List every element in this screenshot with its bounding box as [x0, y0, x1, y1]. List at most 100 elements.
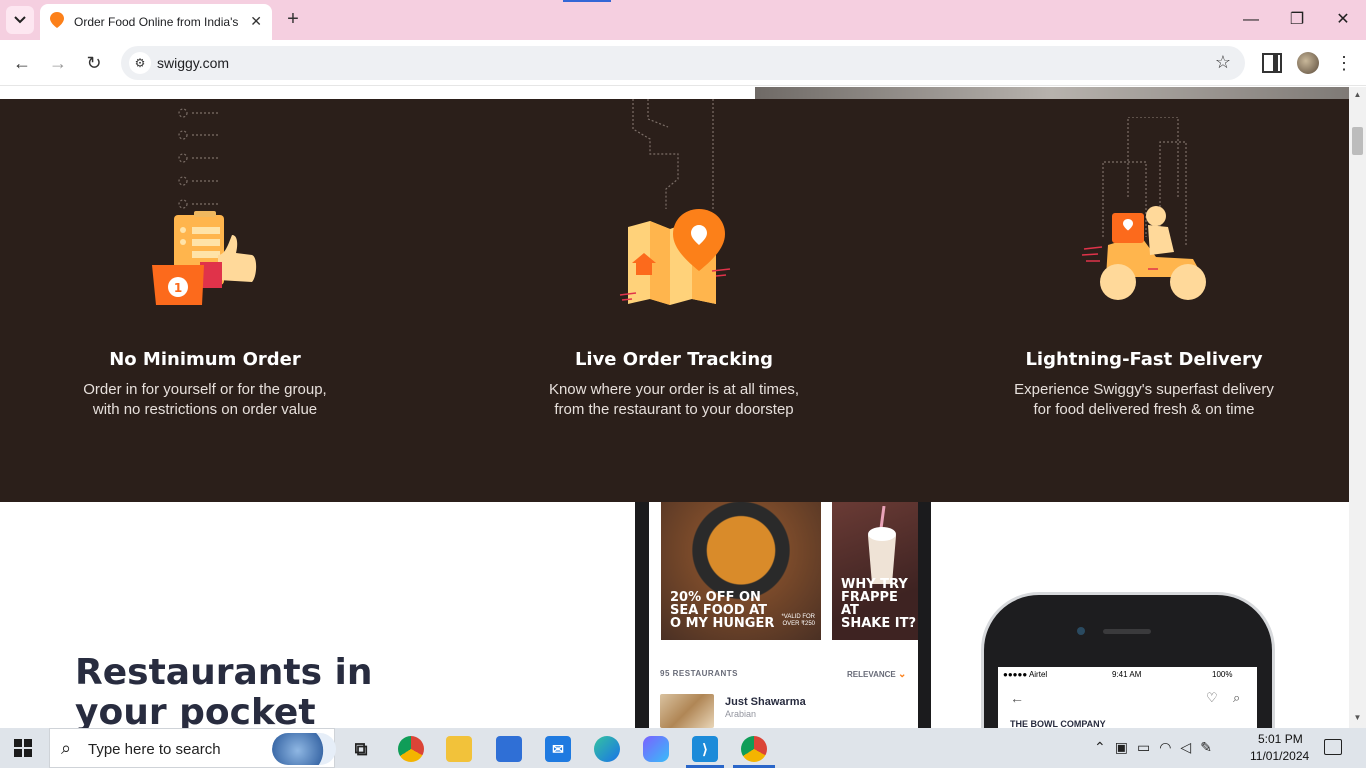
- lightning-fast-delivery-illustration: [1081, 117, 1206, 300]
- meet-icon[interactable]: ▣: [1115, 739, 1137, 755]
- restaurants-count: 95 RESTAURANTS: [660, 669, 738, 678]
- feature-description: Experience Swiggy's superfast delivery f…: [964, 380, 1324, 420]
- scroll-thumb[interactable]: [1352, 127, 1363, 155]
- frappe-glass-icon: [868, 506, 896, 584]
- sort-label: RELEVANCE: [847, 670, 896, 679]
- feature-live-order-tracking: Live Order Tracking Know where your orde…: [494, 349, 854, 420]
- notification-icon[interactable]: [1324, 739, 1342, 755]
- features-section: 1 No Minimum Order Order in for yourself…: [0, 99, 1349, 502]
- restaurant-thumbnail[interactable]: [660, 694, 714, 728]
- headline-line: Restaurants in: [75, 652, 373, 693]
- status-carrier: ●●●●● Airtel: [1003, 670, 1048, 679]
- promo-note-line: *VALID FOR: [781, 614, 815, 620]
- minimize-icon[interactable]: —: [1236, 8, 1266, 32]
- chrome-icon[interactable]: [398, 736, 424, 762]
- tab-strip: Order Food Online from India's ✕ + — ❐ ✕: [0, 0, 1366, 40]
- page-viewport: 1 No Minimum Order Order in for yourself…: [0, 87, 1349, 728]
- promo-line: FRAPPE AT: [841, 590, 898, 618]
- forward-icon[interactable]: →: [46, 51, 70, 75]
- chevron-up-icon[interactable]: ⌃: [1094, 739, 1115, 755]
- browser-tab[interactable]: Order Food Online from India's ✕: [40, 4, 272, 40]
- url-text[interactable]: swiggy.com: [157, 55, 229, 71]
- copilot-icon[interactable]: [643, 736, 669, 762]
- feature-description-line: with no restrictions on order value: [92, 401, 318, 418]
- heart-icon[interactable]: ♡: [1206, 690, 1218, 706]
- back-arrow-icon[interactable]: ←: [1010, 690, 1024, 706]
- feature-description-line: for food delivered fresh & on time: [1033, 401, 1255, 418]
- headline-line: your pocket: [75, 692, 316, 729]
- task-view-icon[interactable]: ⧉: [348, 736, 374, 762]
- feature-description-line: Know where your order is at all times,: [548, 381, 800, 398]
- mail-icon[interactable]: ✉: [545, 736, 571, 762]
- feature-description-line: Experience Swiggy's superfast delivery: [1014, 381, 1274, 398]
- no-minimum-order-illustration: 1: [152, 108, 257, 305]
- tab-indicator: [563, 0, 611, 2]
- tab-list-icon[interactable]: [6, 6, 34, 34]
- feature-title: No Minimum Order: [109, 349, 301, 370]
- windows-start-icon[interactable]: [14, 739, 32, 757]
- menu-icon[interactable]: ⋮: [1334, 51, 1354, 75]
- feature-title: Lightning-Fast Delivery: [1025, 349, 1263, 370]
- phone-camera: [1077, 627, 1085, 635]
- back-icon[interactable]: ←: [10, 51, 34, 75]
- feature-description: Know where your order is at all times, f…: [494, 380, 854, 420]
- status-battery: 100%: [1212, 670, 1233, 679]
- section-headline: Restaurants in your pocket: [75, 652, 395, 729]
- clock-date[interactable]: 11/01/2024: [1250, 749, 1309, 763]
- status-time: 9:41 AM: [1112, 670, 1142, 679]
- reload-icon[interactable]: ↻: [82, 51, 106, 75]
- phone-speaker: [1103, 629, 1151, 634]
- promo-text: WHY TRY FRAPPE AT SHAKE IT?: [841, 578, 918, 630]
- system-tray[interactable]: ⌃▣▭◠◁✎: [1094, 739, 1221, 756]
- edge-icon[interactable]: [594, 736, 620, 762]
- hero-image-edge: [755, 87, 1349, 99]
- wifi-icon[interactable]: ◠: [1159, 739, 1180, 755]
- search-highlight-image: [272, 733, 336, 765]
- promo-text: 20% OFF ON SEA FOOD AT O MY HUNGER: [670, 591, 774, 630]
- profile-avatar[interactable]: [1297, 52, 1319, 74]
- promo-card-frappe[interactable]: WHY TRY FRAPPE AT SHAKE IT?: [832, 502, 918, 640]
- chevron-down-icon: ⌄: [897, 669, 907, 680]
- microsoft-store-icon[interactable]: [496, 736, 522, 762]
- side-panel-icon[interactable]: [1262, 53, 1282, 73]
- file-explorer-icon[interactable]: [446, 736, 472, 762]
- pen-icon[interactable]: ✎: [1200, 739, 1221, 755]
- restore-icon[interactable]: ❐: [1282, 8, 1312, 32]
- chrome-active-icon[interactable]: [741, 736, 767, 762]
- battery-icon[interactable]: ▭: [1137, 739, 1159, 755]
- sort-dropdown[interactable]: RELEVANCE ⌄: [847, 669, 906, 680]
- feature-no-minimum-order: No Minimum Order Order in for yourself o…: [25, 349, 385, 420]
- restaurant-brand: THE BOWL COMPANY: [1010, 719, 1106, 728]
- star-icon[interactable]: ☆: [1215, 52, 1231, 73]
- feature-description-line: Order in for yourself or for the group,: [83, 381, 327, 398]
- feature-description-line: from the restaurant to your doorstep: [554, 401, 794, 418]
- promo-line: SHAKE IT?: [841, 616, 917, 631]
- vscode-icon[interactable]: ⟩: [692, 736, 718, 762]
- swiggy-icon: [50, 11, 64, 33]
- scrollbar[interactable]: [1349, 87, 1366, 728]
- promo-note: *VALID FOR OVER ₹250: [781, 614, 815, 628]
- taskbar: ⌕ Type here to search ⧉ ✉ ⟩ ⌃▣▭◠◁✎ 5:01 …: [0, 728, 1366, 768]
- restaurant-name[interactable]: Just Shawarma: [725, 696, 806, 708]
- search-icon: ⌕: [61, 738, 72, 758]
- taskbar-search[interactable]: ⌕ Type here to search: [49, 728, 336, 768]
- promo-line: O MY HUNGER: [670, 616, 775, 631]
- search-placeholder: Type here to search: [88, 741, 221, 758]
- close-icon[interactable]: ✕: [250, 13, 262, 30]
- feature-title: Live Order Tracking: [574, 349, 774, 370]
- site-settings-icon[interactable]: ⚙: [129, 52, 151, 74]
- scroll-up-icon[interactable]: ▲: [1350, 90, 1365, 104]
- promo-card-seafood[interactable]: 20% OFF ON SEA FOOD AT O MY HUNGER *VALI…: [661, 502, 821, 640]
- search-icon[interactable]: ⌕: [1233, 690, 1240, 706]
- live-order-tracking-illustration: [619, 99, 731, 305]
- promo-note-line: OVER ₹250: [782, 621, 816, 627]
- scroll-down-icon[interactable]: ▼: [1350, 713, 1365, 727]
- window-close-icon[interactable]: ✕: [1328, 8, 1358, 32]
- svg-text:1: 1: [174, 281, 182, 295]
- clock-time[interactable]: 5:01 PM: [1258, 732, 1303, 746]
- tab-title: Order Food Online from India's: [74, 15, 239, 29]
- volume-muted-icon[interactable]: ◁: [1180, 739, 1200, 755]
- address-bar[interactable]: ⚙ swiggy.com ☆: [121, 46, 1245, 80]
- feature-description: Order in for yourself or for the group, …: [25, 380, 385, 420]
- plus-icon[interactable]: +: [282, 8, 304, 30]
